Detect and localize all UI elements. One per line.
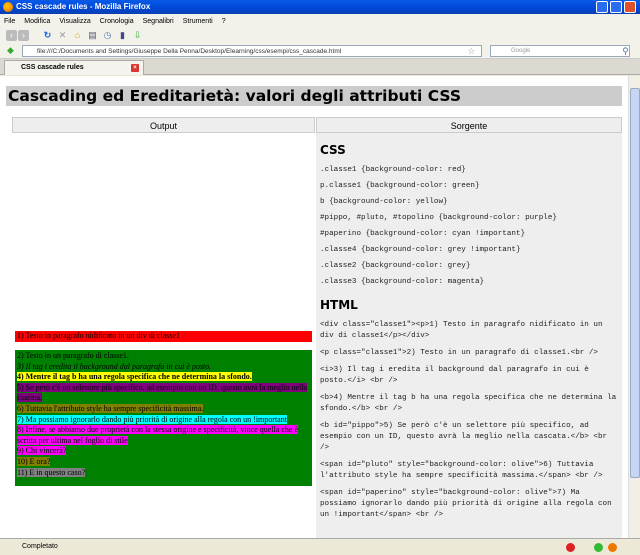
home-icon[interactable]: ⌂ — [72, 30, 83, 41]
css-rule: .classe4 {background-color: grey !import… — [320, 246, 521, 254]
bookmark-star-icon[interactable]: ☆ — [466, 46, 477, 57]
download-icon[interactable]: ⇩ — [132, 30, 143, 41]
output-l2: 2) Testo in un paragrafo di classe1. — [17, 351, 129, 360]
html-heading: HTML — [320, 298, 358, 312]
status-bar: Completato — [0, 538, 640, 555]
search-icon[interactable]: ⚲ — [620, 46, 631, 57]
menu-visualizza[interactable]: Visualizza — [59, 18, 90, 25]
scrollbar-thumb[interactable] — [630, 88, 640, 478]
css-heading: CSS — [320, 143, 346, 157]
output-header: Output — [12, 117, 315, 133]
window-title: CSS cascade rules - Mozilla Firefox — [16, 2, 151, 11]
navigation-toolbar: ‹ › ↻ ✕ ⌂ ▤ ◷ ▮ ⇩ — [0, 28, 640, 43]
output-l7: 7) Ma possiamo ignorarlo dando più prior… — [17, 414, 287, 424]
history-icon[interactable]: ◷ — [102, 30, 113, 41]
css-rule: #paperino {background-color: cyan !impor… — [320, 230, 526, 238]
adblock-icon[interactable] — [566, 543, 575, 552]
css-rule: .classe3 {background-color: magenta} — [320, 278, 485, 286]
css-rule: .classe2 {background-color: grey} — [320, 262, 471, 270]
url-input[interactable]: file:///C:/Documents and Settings/Giusep… — [22, 45, 482, 57]
location-toolbar: ◆ file:///C:/Documents and Settings/Gius… — [0, 43, 640, 59]
menu-segnalibri[interactable]: Segnalibri — [143, 18, 174, 25]
css-rule: .classe1 {background-color: red} — [320, 166, 466, 174]
firefox-status-icon[interactable] — [608, 543, 617, 552]
title-bar: CSS cascade rules - Mozilla Firefox — [0, 0, 640, 14]
html-line: <span id="paperino" style="background-co… — [320, 489, 612, 519]
output-l9: 9) Chi vincerà? — [17, 446, 67, 456]
stop-icon[interactable]: ✕ — [57, 30, 68, 41]
html-line: <b>4) Mentre il tag b ha una regola spec… — [320, 394, 617, 413]
maximize-button[interactable] — [610, 1, 622, 13]
html-line: <b id="pippo">5) Se però c'è un selettor… — [320, 422, 608, 452]
output-p1: 1) Testo in paragrafo nidificato in un d… — [15, 331, 312, 342]
bookmarks-icon[interactable]: ▮ — [117, 30, 128, 41]
firefox-icon — [3, 2, 13, 12]
html-line: <span id="pluto" style="background-color… — [320, 461, 603, 480]
menu-cronologia[interactable]: Cronologia — [100, 18, 134, 25]
html-line: <div class="classe1"><p>1) Testo in para… — [320, 321, 603, 340]
output-l8: 8) Infine, se abbiamo due proprietà con … — [17, 425, 298, 445]
output-l11: 11) E in questo caso? — [17, 467, 86, 477]
source-column: CSS .classe1 {background-color: red} p.c… — [316, 133, 622, 538]
css-rule: p.classe1 {background-color: green} — [320, 182, 480, 190]
back-button[interactable]: ‹ — [6, 30, 17, 41]
site-icon: ◆ — [7, 45, 14, 55]
page-content: Cascading ed Ereditarietà: valori degli … — [0, 76, 628, 538]
output-l6: 6) Tuttavia l'attributo style ha sempre … — [17, 403, 204, 413]
minimize-button[interactable] — [596, 1, 608, 13]
html-line: <i>3) Il tag i eredita il background dal… — [320, 366, 589, 385]
output-l10: 10) E ora? — [17, 456, 51, 466]
css-rule: #pippo, #pluto, #topolino {background-co… — [320, 214, 557, 222]
check-icon[interactable] — [594, 543, 603, 552]
page-heading: Cascading ed Ereditarietà: valori degli … — [6, 86, 622, 106]
output-l5: 5) Se però c'è un selettore più specific… — [17, 382, 308, 403]
menu-file[interactable]: File — [4, 18, 15, 25]
output-green-paragraph: 2) Testo in un paragrafo di classe1. 3) … — [15, 350, 312, 486]
tab-bar: CSS cascade rules × — [0, 59, 640, 75]
tab-close-icon[interactable]: × — [131, 64, 139, 72]
tab-css-cascade-rules[interactable]: CSS cascade rules × — [4, 60, 144, 75]
menu-modifica[interactable]: Modifica — [24, 18, 50, 25]
search-input[interactable]: Google — [490, 45, 630, 57]
output-l4: 4) Mentre il tag b ha una regola specifi… — [17, 372, 252, 382]
output-l3: 3) Il tag i eredita il background dal pa… — [17, 361, 212, 371]
vertical-scrollbar[interactable] — [628, 76, 640, 538]
source-header: Sorgente — [316, 117, 622, 133]
menu-bar: File Modifica Visualizza Cronologia Segnalib… — [0, 14, 640, 28]
output-column: 1) Testo in paragrafo nidificato in un d… — [12, 133, 314, 538]
forward-button[interactable]: › — [18, 30, 29, 41]
menu-strumenti[interactable]: Strumenti — [183, 18, 213, 25]
menu-help[interactable]: ? — [222, 18, 226, 25]
print-icon[interactable]: ▤ — [87, 30, 98, 41]
reload-icon[interactable]: ↻ — [42, 30, 53, 41]
close-button[interactable] — [624, 1, 636, 13]
status-text: Completato — [22, 543, 58, 550]
css-rule: b {background-color: yellow} — [320, 198, 448, 206]
html-line: <p class="classe1">2) Testo in un paragr… — [320, 349, 598, 357]
